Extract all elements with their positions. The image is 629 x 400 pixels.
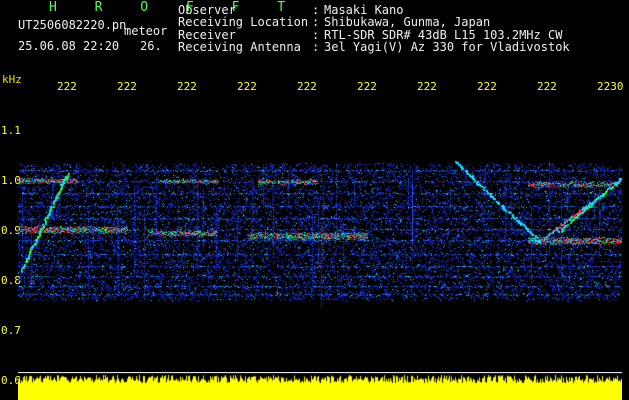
- time-tick-label: 222: [477, 80, 497, 93]
- info-separator: :: [312, 15, 320, 30]
- info-key: Receiving Location: [178, 15, 309, 30]
- observation-info: Observer: Masaki Kano Receiving Location:…: [178, 4, 570, 54]
- time-tick-label: 222: [117, 80, 137, 93]
- info-row-antenna: Receiving Antenna:3el Yagi(V) Az 330 for…: [178, 40, 570, 55]
- time-tick-label: 2230: [597, 80, 624, 93]
- time-tick-label: 222: [57, 80, 77, 93]
- spectrogram-plot: [18, 100, 622, 370]
- time-tick-label: 222: [177, 80, 197, 93]
- time-tick-label: 222: [357, 80, 377, 93]
- time-axis-labels: 222 222 222 222 222 222 222 222 222 2230: [0, 80, 629, 94]
- meteor-label: meteor: [124, 24, 168, 38]
- time-tick-label: 222: [237, 80, 257, 93]
- info-value: Shibukawa, Gunma, Japan: [324, 15, 491, 30]
- signal-power-bar: [18, 372, 622, 400]
- info-key: Receiving Antenna: [178, 40, 301, 55]
- hrofft-window: H R O F F T UT2506082220.pn meteor 25.06…: [0, 0, 629, 400]
- info-value: 3el Yagi(V) Az 330 for Vladivostok: [324, 40, 570, 55]
- time-tick-label: 222: [297, 80, 317, 93]
- time-tick-label: 222: [537, 80, 557, 93]
- file-name: UT2506082220.pn: [18, 18, 127, 32]
- time-tick-label: 222: [417, 80, 437, 93]
- observation-datetime: 25.06.08 22:20: [18, 39, 120, 53]
- meteor-count: 26.: [140, 39, 162, 53]
- info-row-location: Receiving Location: Shibukawa, Gunma, Jap…: [178, 15, 570, 30]
- info-separator: :: [312, 40, 320, 55]
